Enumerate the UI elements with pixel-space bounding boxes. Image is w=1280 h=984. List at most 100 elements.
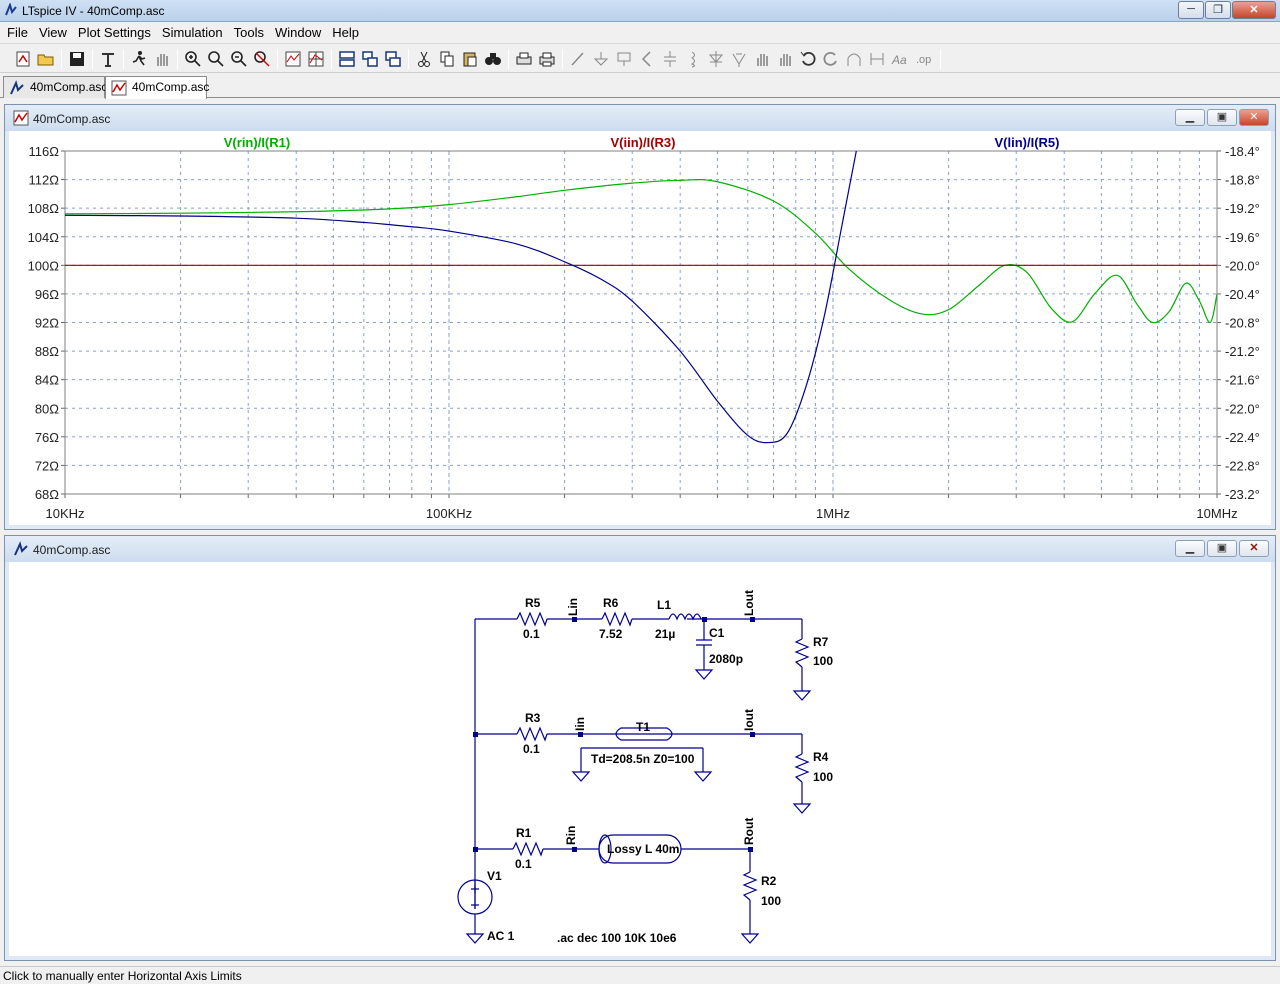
tile-vertical-icon[interactable] (361, 50, 379, 68)
drag-icon[interactable] (776, 50, 794, 68)
label-v1[interactable]: V1 (487, 869, 502, 883)
menu-help[interactable]: Help (327, 25, 364, 40)
net-label-rout[interactable]: Rout (742, 818, 756, 845)
wire-icon[interactable] (569, 50, 587, 68)
label-lossy-line[interactable]: Lossy L 40m (607, 842, 679, 856)
undo-icon[interactable] (799, 50, 817, 68)
label-l1[interactable]: L1 (657, 598, 671, 612)
schematic-drawing[interactable]: R5 0.1 R6 7.52 L1 21µ C1 2080p R7 100 Li… (9, 562, 1273, 954)
label-r6[interactable]: R6 (603, 596, 619, 610)
zoom-out-icon[interactable] (230, 50, 248, 68)
y2-tick-label[interactable]: -21.2° (1225, 344, 1260, 359)
redo-icon[interactable] (822, 50, 840, 68)
label-r1[interactable]: R1 (516, 826, 532, 840)
y-tick-label[interactable]: 92Ω (35, 316, 59, 331)
x-tick-label[interactable]: 10MHz (1196, 506, 1237, 521)
menu-plot-settings[interactable]: Plot Settings (73, 25, 156, 40)
trace-label[interactable]: V(rin)/I(R1) (224, 135, 290, 150)
value-r6[interactable]: 7.52 (599, 627, 623, 641)
trace-label[interactable]: V(iin)/I(R3) (611, 135, 676, 150)
y2-tick-label[interactable]: -21.6° (1225, 373, 1260, 388)
y-tick-label[interactable]: 96Ω (35, 287, 59, 302)
y2-tick-label[interactable]: -18.8° (1225, 173, 1260, 188)
x-axis[interactable]: 10KHz 100KHz 1MHz 10MHz (45, 506, 1237, 521)
resistor-r3[interactable] (516, 726, 548, 742)
y-tick-label[interactable]: 76Ω (35, 430, 59, 445)
net-label-lout[interactable]: Lout (742, 590, 756, 616)
diode-icon[interactable] (707, 50, 725, 68)
y2-tick-label[interactable]: -22.8° (1225, 458, 1260, 473)
y-tick-label[interactable]: 80Ω (35, 401, 59, 416)
label-r7[interactable]: R7 (813, 635, 829, 649)
value-c1[interactable]: 2080p (709, 652, 743, 666)
resistor-r5[interactable] (516, 611, 548, 627)
resistor-r1[interactable] (512, 841, 544, 857)
y-tick-label[interactable]: 72Ω (35, 458, 59, 473)
menu-view[interactable]: View (34, 25, 72, 40)
text-icon[interactable]: Aa (891, 50, 909, 68)
menu-file[interactable]: File (2, 25, 33, 40)
value-l1[interactable]: 21µ (655, 627, 675, 641)
halt-icon[interactable] (153, 50, 171, 68)
spice-directive-icon[interactable]: .op (914, 50, 932, 68)
y2-tick-label[interactable]: -19.2° (1225, 201, 1260, 216)
grid-icon[interactable] (307, 50, 325, 68)
waveform-minimize-button[interactable]: ▁ (1175, 109, 1205, 126)
save-icon[interactable] (68, 50, 86, 68)
find-icon[interactable] (484, 50, 502, 68)
value-t1[interactable]: Td=208.5n Z0=100 (591, 752, 695, 766)
cut-icon[interactable] (415, 50, 433, 68)
net-label-lin[interactable]: Lin (566, 598, 580, 616)
y-axis-left[interactable]: 116Ω 112Ω 108Ω 104Ω 100Ω 96Ω 92Ω 88Ω 84Ω 80Ω 76Ω 72… (28, 144, 60, 502)
label-c1[interactable]: C1 (709, 626, 725, 640)
y-tick-label[interactable]: 108Ω (28, 201, 60, 216)
minimize-button[interactable]: ─ (1178, 1, 1204, 19)
move-icon[interactable] (753, 50, 771, 68)
resistor-r6[interactable] (601, 611, 633, 627)
zoom-in-icon[interactable] (184, 50, 202, 68)
label-r2[interactable]: R2 (761, 874, 777, 888)
value-r1[interactable]: 0.1 (515, 857, 532, 871)
label-t1[interactable]: T1 (636, 720, 650, 734)
trace-label[interactable]: V(lin)/I(R5) (995, 135, 1060, 150)
spice-directive[interactable]: .ac dec 100 10K 10e6 (557, 931, 677, 945)
copy-icon[interactable] (438, 50, 456, 68)
resistor-icon[interactable] (730, 50, 748, 68)
schematic-canvas[interactable]: R5 0.1 R6 7.52 L1 21µ C1 2080p R7 100 Li… (9, 562, 1271, 956)
x-tick-label[interactable]: 1MHz (816, 506, 850, 521)
resistor-r7[interactable] (794, 638, 810, 668)
resistor-r4[interactable] (794, 753, 810, 783)
autorange-icon[interactable] (284, 50, 302, 68)
close-button[interactable]: ✕ (1232, 1, 1276, 19)
inductor-icon[interactable] (684, 50, 702, 68)
label-r5[interactable]: R5 (525, 596, 541, 610)
x-tick-label[interactable]: 10KHz (45, 506, 84, 521)
y2-tick-label[interactable]: -20.0° (1225, 258, 1260, 273)
inductor-l1[interactable] (668, 613, 702, 621)
label-r4[interactable]: R4 (813, 750, 829, 764)
value-r5[interactable]: 0.1 (523, 627, 540, 641)
value-r7[interactable]: 100 (813, 654, 833, 668)
y-tick-label[interactable]: 68Ω (35, 487, 59, 502)
resistor-r2[interactable] (742, 871, 758, 901)
control-panel-icon[interactable] (99, 50, 117, 68)
net-label-rin[interactable]: Rin (564, 826, 578, 845)
trace-v-rin-i-r1-[interactable] (65, 179, 1217, 324)
menu-window[interactable]: Window (270, 25, 326, 40)
y2-tick-label[interactable]: -20.8° (1225, 316, 1260, 331)
trace-v-lin-i-r5-[interactable] (65, 151, 857, 444)
y2-tick-label[interactable]: -20.4° (1225, 287, 1260, 302)
value-r4[interactable]: 100 (813, 770, 833, 784)
open-icon[interactable] (37, 50, 55, 68)
value-v1[interactable]: AC 1 (487, 929, 515, 943)
run-icon[interactable] (130, 50, 148, 68)
trace-legend[interactable]: V(rin)/I(R1) V(iin)/I(R3) V(lin)/I(R5) (224, 135, 1060, 150)
zoom-area-icon[interactable] (207, 50, 225, 68)
tab-waveform[interactable]: 40mComp.asc (105, 76, 209, 99)
value-r2[interactable]: 100 (761, 894, 781, 908)
menu-tools[interactable]: Tools (229, 25, 269, 40)
value-r3[interactable]: 0.1 (523, 742, 540, 756)
mirror-icon[interactable] (868, 50, 886, 68)
y-tick-label[interactable]: 104Ω (28, 230, 60, 245)
y-tick-label[interactable]: 116Ω (29, 144, 60, 159)
